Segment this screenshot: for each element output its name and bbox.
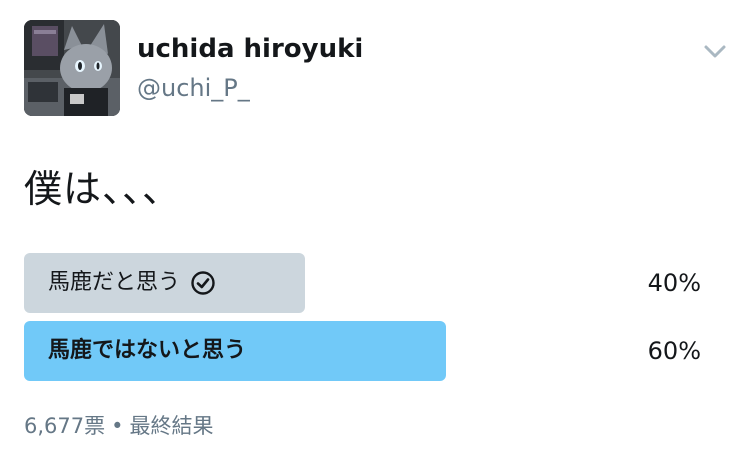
- poll-vote-count: 6,677票: [24, 414, 106, 438]
- poll-option-1[interactable]: 馬鹿だと思う 40%: [24, 253, 704, 313]
- poll-option-label: 馬鹿ではないと思う: [48, 336, 246, 366]
- poll-option-text: 馬鹿だと思う: [48, 270, 181, 295]
- poll-option-percent: 40%: [647, 269, 701, 297]
- poll-option-label: 馬鹿だと思う: [48, 268, 216, 298]
- poll-option-percent: 60%: [647, 337, 701, 365]
- chevron-down-icon[interactable]: [702, 42, 728, 62]
- poll-option-2[interactable]: 馬鹿ではないと思う 60%: [24, 321, 704, 381]
- avatar[interactable]: [24, 20, 120, 116]
- tweet-text: 僕は、、、: [24, 167, 182, 211]
- poll-footer: 6,677票 • 最終結果: [24, 410, 214, 440]
- poll-option-text: 馬鹿ではないと思う: [48, 338, 247, 363]
- separator-dot: •: [111, 414, 124, 438]
- author-handle[interactable]: @uchi_P_: [137, 74, 250, 102]
- cat-mask-avatar-icon: [24, 20, 120, 116]
- poll-status: 最終結果: [129, 414, 214, 438]
- author-display-name[interactable]: uchida hiroyuki: [137, 34, 363, 64]
- check-circle-icon: [190, 270, 216, 296]
